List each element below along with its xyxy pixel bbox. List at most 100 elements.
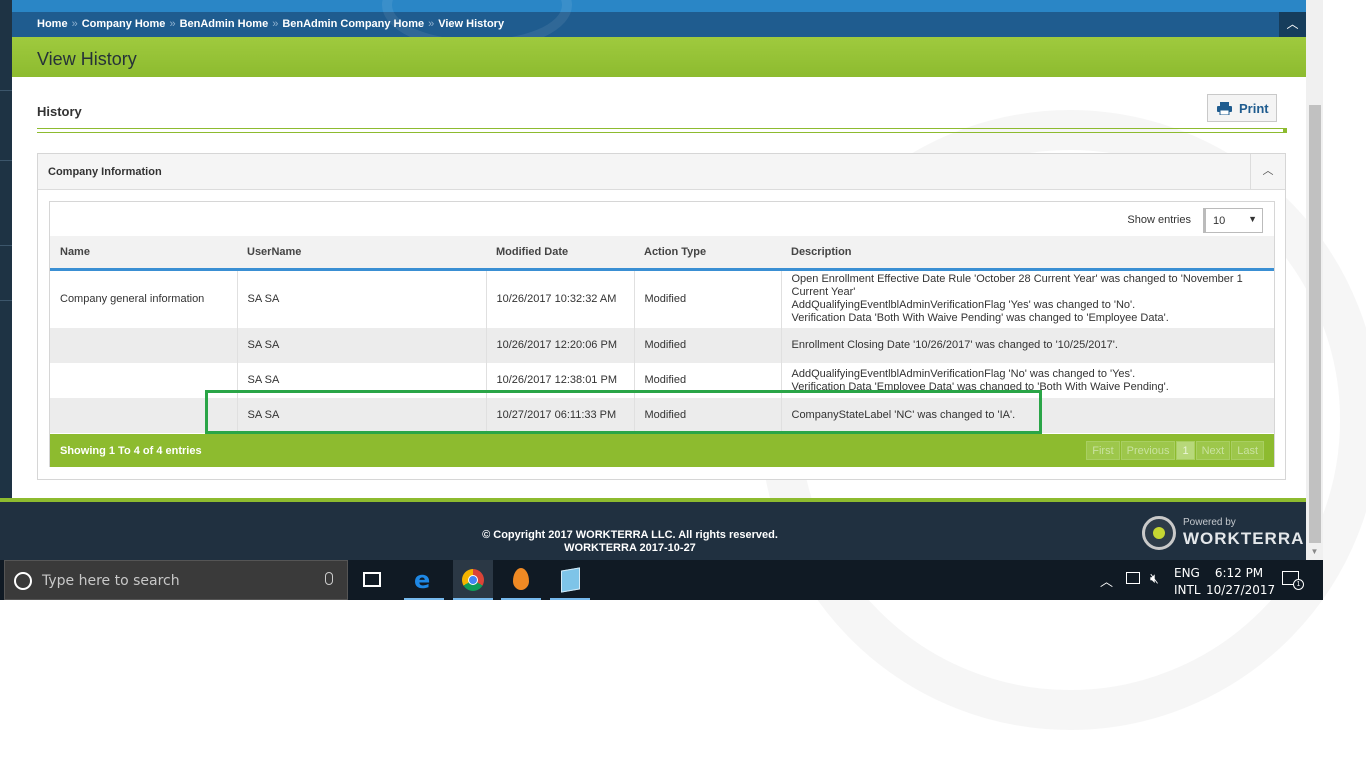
breadcrumb-current: View History	[438, 18, 505, 30]
history-table: Name UserName Modified Date Action Type …	[50, 236, 1274, 433]
powered-by-label: Powered by	[1183, 517, 1236, 528]
network-icon[interactable]	[1126, 572, 1140, 584]
volume-muted-icon[interactable]: 🔇︎	[1150, 570, 1159, 610]
pager-last-button[interactable]: Last	[1231, 441, 1264, 460]
pager-previous-button[interactable]: Previous	[1120, 441, 1176, 460]
edge-browser-icon[interactable]: e	[404, 560, 444, 600]
cell-name	[50, 363, 238, 398]
cell-description: CompanyStateLabel 'NC' was changed to 'I…	[781, 398, 1274, 433]
cell-name	[50, 328, 238, 363]
task-view-icon[interactable]	[352, 560, 392, 600]
breadcrumb-home[interactable]: Home	[37, 18, 68, 30]
column-header-username[interactable]: UserName	[237, 236, 486, 271]
version-text: WORKTERRA 2017-10-27	[564, 542, 696, 554]
panel-collapse-button[interactable]: ︿	[1250, 154, 1285, 189]
cell-username: SA SA	[237, 269, 487, 328]
cell-name	[50, 398, 238, 433]
collapse-header-button[interactable]: ︿	[1279, 12, 1306, 37]
microphone-icon[interactable]	[325, 572, 333, 585]
breadcrumb-separator: »	[428, 18, 435, 30]
cell-modified-date: 10/26/2017 10:32:32 AM	[486, 269, 635, 328]
page-footer: © Copyright 2017 WORKTERRA LLC. All righ…	[0, 502, 1306, 560]
page-title: View History	[37, 49, 137, 69]
cell-description: AddQualifyingEventlblAdminVerificationFl…	[781, 363, 1274, 398]
cell-action-type: Modified	[634, 269, 782, 328]
scrollbar-thumb[interactable]	[1309, 105, 1321, 543]
print-button[interactable]: Print	[1207, 94, 1277, 122]
show-entries-label: Show entries	[1127, 214, 1191, 226]
taskbar-search-box[interactable]: Type here to search	[4, 560, 348, 600]
taskbar-clock[interactable]: 6:12 PM 10/27/2017	[1206, 565, 1275, 605]
history-grid: Show entries 10 ▼ Name UserName Modified…	[49, 201, 1275, 467]
notification-count: 1	[1293, 579, 1304, 590]
cell-modified-date: 10/26/2017 12:38:01 PM	[486, 363, 635, 398]
breadcrumb-separator: »	[272, 18, 279, 30]
flame-app-icon[interactable]	[501, 560, 541, 600]
cell-name: Company general information	[50, 269, 238, 328]
pager-page-button[interactable]: 1	[1176, 441, 1195, 460]
description-line: Verification Data 'Employee Data' was ch…	[791, 380, 1169, 393]
column-header-modified-date[interactable]: Modified Date	[486, 236, 634, 271]
breadcrumb-benadmin-home[interactable]: BenAdmin Home	[180, 18, 269, 30]
scroll-down-arrow-icon[interactable]: ▼	[1306, 543, 1323, 560]
panel-header[interactable]: Company Information ︿	[38, 154, 1285, 190]
dropdown-arrow-icon: ▼	[1248, 214, 1257, 224]
chevron-up-icon: ︿	[1286, 17, 1299, 31]
print-label: Print	[1239, 101, 1269, 116]
input-language-indicator[interactable]: ENG INTL	[1174, 565, 1201, 605]
breadcrumb-separator: »	[71, 18, 78, 30]
cell-action-type: Modified	[634, 328, 782, 363]
history-title: History	[37, 104, 82, 119]
windows-taskbar: Type here to search e ︿ 🔇︎ ENG INTL 6:12…	[0, 560, 1323, 600]
grid-footer: Showing 1 To 4 of 4 entries First Previo…	[50, 434, 1274, 467]
table-row: SA SA 10/27/2017 06:11:33 PM Modified Co…	[50, 398, 1274, 433]
table-row: Company general information SA SA 10/26/…	[50, 269, 1274, 328]
description-line: CompanyStateLabel 'NC' was changed to 'I…	[791, 409, 1016, 421]
company-information-panel: Company Information ︿ Show entries 10 ▼ …	[37, 153, 1286, 480]
description-line: Open Enrollment Effective Date Rule 'Oct…	[791, 273, 1243, 286]
column-header-action-type[interactable]: Action Type	[634, 236, 781, 271]
printer-icon	[1217, 102, 1232, 115]
breadcrumb-company-home[interactable]: Company Home	[82, 18, 166, 30]
description-line: Verification Data 'Both With Waive Pendi…	[791, 312, 1169, 325]
breadcrumb: Home» Company Home» BenAdmin Home» BenAdmin…	[37, 18, 504, 30]
column-header-name[interactable]: Name	[50, 236, 237, 271]
cell-username: SA SA	[237, 398, 487, 433]
footer-copyright-block: © Copyright 2017 WORKTERRA LLC. All righ…	[0, 529, 1260, 555]
description-line: AddQualifyingEventlblAdminVerificationFl…	[791, 299, 1136, 312]
page-title-bar: View History	[12, 37, 1306, 77]
powered-by-badge: Powered by WORKTERRA	[1142, 514, 1303, 554]
history-divider	[37, 128, 1287, 133]
panel-title: Company Information	[48, 166, 162, 178]
cell-username: SA SA	[237, 328, 487, 363]
show-hidden-icons-chevron-icon[interactable]: ︿	[1100, 571, 1113, 611]
cell-description: Enrollment Closing Date '10/26/2017' was…	[781, 328, 1274, 363]
breadcrumb-benadmin-company-home[interactable]: BenAdmin Company Home	[282, 18, 424, 30]
table-row: SA SA 10/26/2017 12:38:01 PM Modified Ad…	[50, 363, 1274, 398]
table-header-row: Name UserName Modified Date Action Type …	[50, 236, 1274, 271]
left-sidebar-strip	[0, 0, 12, 500]
workterra-logo-icon	[1142, 516, 1176, 550]
table-row: SA SA 10/26/2017 12:20:06 PM Modified En…	[50, 328, 1274, 363]
search-placeholder: Type here to search	[42, 573, 180, 589]
breadcrumb-separator: »	[169, 18, 176, 30]
page-size-select[interactable]: 10 ▼	[1203, 208, 1263, 233]
cell-modified-date: 10/27/2017 06:11:33 PM	[486, 398, 635, 433]
cell-modified-date: 10/26/2017 12:20:06 PM	[486, 328, 635, 363]
chevron-up-icon: ︿	[1262, 165, 1274, 177]
description-line: Current Year'	[791, 286, 856, 299]
pager-next-button[interactable]: Next	[1195, 441, 1231, 460]
entries-info: Showing 1 To 4 of 4 entries	[60, 445, 202, 457]
keyboard-layout: INTL	[1174, 583, 1201, 597]
page-size-value: 10	[1213, 215, 1226, 227]
language-code: ENG	[1174, 566, 1200, 580]
document-app-icon[interactable]	[550, 560, 590, 600]
column-header-description[interactable]: Description	[781, 236, 1274, 271]
action-center-icon[interactable]: 1	[1282, 571, 1304, 590]
cortana-icon	[14, 572, 32, 590]
description-line: Enrollment Closing Date '10/26/2017' was…	[791, 339, 1118, 351]
pager-first-button[interactable]: First	[1086, 441, 1120, 460]
cell-action-type: Modified	[634, 398, 782, 433]
cell-action-type: Modified	[634, 363, 782, 398]
chrome-browser-icon[interactable]	[453, 560, 493, 600]
